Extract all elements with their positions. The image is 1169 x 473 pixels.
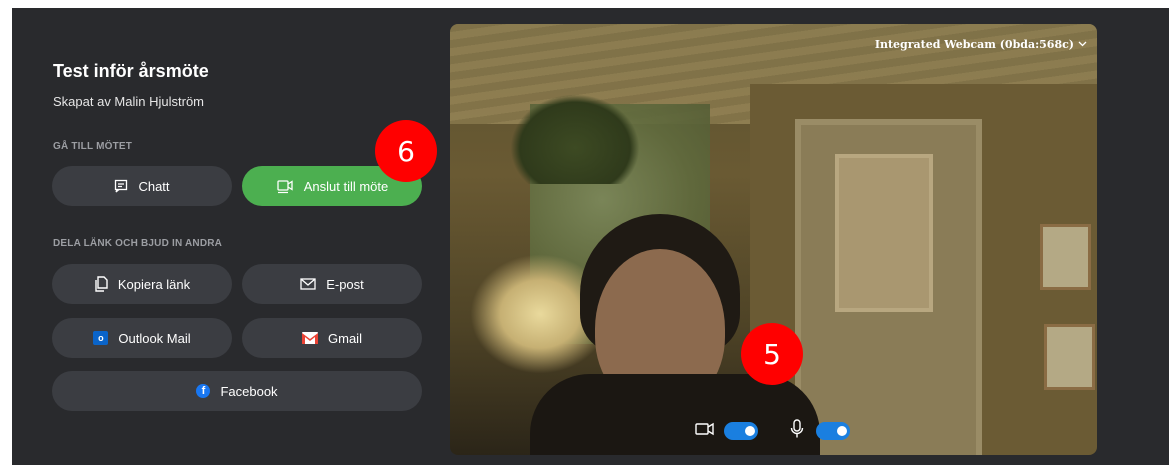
gmail-label: Gmail <box>328 330 362 346</box>
chat-icon <box>114 179 128 193</box>
camera-device-label: Integrated Webcam (0bda:568c) <box>874 38 1074 51</box>
outlook-button[interactable]: o Outlook Mail <box>52 318 232 358</box>
video-join-icon <box>276 178 294 194</box>
copy-icon <box>94 276 108 292</box>
camera-preview: Integrated Webcam (0bda:568c) <box>450 24 1097 455</box>
meeting-title: Test inför årsmöte <box>53 61 209 81</box>
camera-device-select[interactable]: Integrated Webcam (0bda:568c) <box>875 38 1087 51</box>
facebook-button[interactable]: f Facebook <box>52 371 422 411</box>
camera-toggle[interactable] <box>724 422 758 440</box>
meeting-creator: Skapat av Malin Hjulström <box>53 94 204 109</box>
preview-frame <box>1040 224 1091 290</box>
camera-icon <box>695 422 715 436</box>
preview-frame-lower <box>1044 324 1095 390</box>
outlook-icon: o <box>93 331 109 345</box>
gmail-button[interactable]: Gmail <box>242 318 422 358</box>
chevron-down-icon <box>1078 40 1087 50</box>
join-meeting-label: Anslut till möte <box>303 178 389 194</box>
microphone-icon <box>790 419 804 439</box>
email-button[interactable]: E-post <box>242 264 422 304</box>
facebook-icon: f <box>196 384 211 398</box>
annotation-marker-6: 6 <box>375 120 437 182</box>
meeting-panel: Test inför årsmöte Skapat av Malin Hjuls… <box>12 8 442 465</box>
microphone-toggle[interactable] <box>816 422 850 440</box>
facebook-label: Facebook <box>220 383 278 399</box>
annotation-marker-5: 5 <box>741 323 803 385</box>
preview-door-window <box>835 154 933 312</box>
gmail-icon <box>302 332 319 344</box>
join-section-label: GÅ TILL MÖTET <box>53 141 133 152</box>
chat-button-label: Chatt <box>138 178 170 194</box>
copy-link-button[interactable]: Kopiera länk <box>52 264 232 304</box>
copy-link-label: Kopiera länk <box>117 276 191 292</box>
media-controls <box>450 412 1097 452</box>
email-label: E-post <box>326 276 364 292</box>
preview-plant <box>510 94 640 184</box>
outlook-label: Outlook Mail <box>118 330 191 346</box>
mail-icon <box>300 278 316 290</box>
chat-button[interactable]: Chatt <box>52 166 232 206</box>
meeting-app: Test inför årsmöte Skapat av Malin Hjuls… <box>12 8 1169 465</box>
share-section-label: DELA LÄNK OCH BJUD IN ANDRA <box>53 238 223 249</box>
